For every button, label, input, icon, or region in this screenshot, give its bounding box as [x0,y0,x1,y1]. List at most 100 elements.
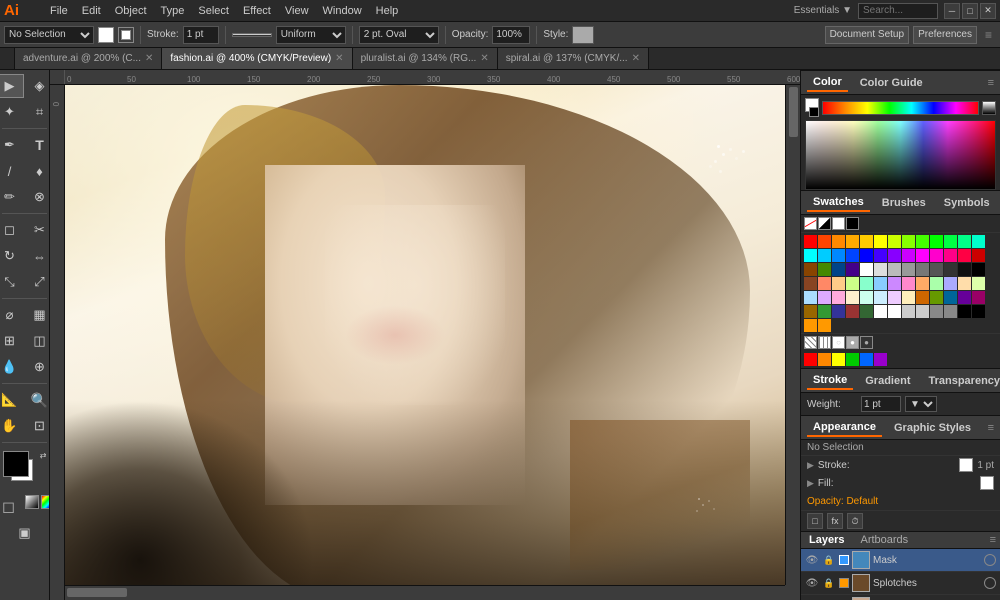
swatch-18[interactable] [874,249,887,262]
lasso-tool[interactable]: ⌗ [26,100,51,124]
rotate-tool[interactable]: ↻ [0,244,24,268]
stroke-color-swatch[interactable] [959,458,973,472]
swatch-10[interactable] [944,235,957,248]
stroke-expand-icon[interactable]: ▶ [807,460,814,471]
swatch-20[interactable] [902,249,915,262]
appear-toolbar-fx[interactable]: fx [827,513,843,529]
swatches-tab[interactable]: Swatches [807,194,870,212]
swatch-62[interactable] [944,291,957,304]
stroke-weight-dropdown[interactable]: ▼ [905,396,937,412]
mesh-tool[interactable]: ⊞ [0,329,24,353]
swatch-51[interactable] [972,277,985,290]
swatch-49[interactable] [944,277,957,290]
swatch-61[interactable] [930,291,943,304]
layers-tab[interactable]: Layers [801,532,852,548]
swatch-30[interactable] [860,263,873,276]
swatch-24[interactable] [958,249,971,262]
layer-row-painted[interactable]: 👁 🔒 Painted [801,595,1000,600]
swatch-27[interactable] [818,263,831,276]
swatch-28[interactable] [832,263,845,276]
graphic-styles-tab[interactable]: Graphic Styles [888,420,977,436]
brushes-tab[interactable]: Brushes [876,195,932,211]
options-menu-icon[interactable]: ≡ [981,28,996,42]
reflect-tool[interactable]: ⇔ [26,244,51,268]
swatch-65[interactable] [804,305,817,318]
swatch-31[interactable] [874,263,887,276]
menu-help[interactable]: Help [370,3,405,19]
swatch-19[interactable] [888,249,901,262]
layer-row-mask[interactable]: 👁 🔒 Mask [801,549,1000,572]
swatch-73[interactable] [916,305,929,318]
scale-tool[interactable]: ⤡ [0,270,24,294]
appearance-collapse[interactable]: ≡ [988,422,994,434]
layer-lock-mask[interactable]: 🔒 [822,553,836,567]
white-swatch[interactable] [832,217,845,230]
swatch-8[interactable] [916,235,929,248]
swatch-29[interactable] [846,263,859,276]
swatch-50[interactable] [958,277,971,290]
swatch-36[interactable] [944,263,957,276]
red-swatch[interactable] [804,353,817,366]
tab-close-spiral[interactable]: ✕ [632,53,640,64]
scroll-thumb-vertical[interactable] [789,87,798,137]
orange-swatch[interactable] [818,353,831,366]
swatch-15[interactable] [832,249,845,262]
swatch-54[interactable] [832,291,845,304]
swatch-0[interactable] [804,235,817,248]
type-tool[interactable]: T [26,133,51,157]
paintbrush-tool[interactable]: ♦ [26,159,51,183]
color-spectrum-bar[interactable] [822,101,979,115]
swatch-64[interactable] [972,291,985,304]
menu-view[interactable]: View [279,3,315,19]
tab-spiral[interactable]: spiral.ai @ 137% (CMYK/... ✕ [498,48,649,69]
stroke-tab[interactable]: Stroke [807,372,853,390]
style-preview[interactable] [572,26,594,44]
swatch-22[interactable] [930,249,943,262]
swatch-55[interactable] [846,291,859,304]
swatch-66[interactable] [818,305,831,318]
stroke-swatch[interactable] [118,27,134,43]
transparency-tab[interactable]: Transparency [922,373,1000,389]
swatch-46[interactable] [902,277,915,290]
zoom-tool[interactable]: 🔍 [26,388,51,412]
canvas-main[interactable] [65,85,800,600]
swatch-33[interactable] [902,263,915,276]
color-guide-tab[interactable]: Color Guide [854,75,929,91]
swap-colors-icon[interactable]: ⇄ [40,451,47,460]
swatch-40[interactable] [818,277,831,290]
swatch-11[interactable] [958,235,971,248]
swatch-43[interactable] [860,277,873,290]
minimize-button[interactable]: ─ [944,3,960,19]
color-mode-btn[interactable] [41,495,51,509]
black-swatch[interactable] [846,217,859,230]
swatch-57[interactable] [874,291,887,304]
swatch-14[interactable] [818,249,831,262]
gradient-tool[interactable]: ◫ [26,329,51,353]
pencil-tool[interactable]: ✏ [0,185,24,209]
fill-swatch[interactable] [98,27,114,43]
menu-type[interactable]: Type [155,3,191,19]
tab-close-pluralist[interactable]: ✕ [480,53,488,64]
swatch-2[interactable] [832,235,845,248]
swatch-52[interactable] [804,291,817,304]
swatch-12[interactable] [972,235,985,248]
scrollbar-horizontal[interactable] [65,585,785,600]
swatch-53[interactable] [818,291,831,304]
gradient-tab[interactable]: Gradient [859,373,916,389]
stroke-type-dropdown[interactable]: Uniform [276,26,346,44]
swatch-56[interactable] [860,291,873,304]
swatch-72[interactable] [902,305,915,318]
white-circle-swatch[interactable]: ○ [832,336,845,349]
bg-color-box[interactable] [809,107,819,117]
swatch-58[interactable] [888,291,901,304]
swatch-47[interactable] [916,277,929,290]
menu-effect[interactable]: Effect [237,3,277,19]
grayscale-bar[interactable] [982,101,996,115]
document-setup-button[interactable]: Document Setup [825,26,910,44]
swatch-79[interactable] [818,319,831,332]
artboards-tab[interactable]: Artboards [852,532,916,548]
measure-tool[interactable]: 📐 [0,388,24,412]
appearance-tab[interactable]: Appearance [807,419,882,437]
swatch-41[interactable] [832,277,845,290]
swatch-42[interactable] [846,277,859,290]
